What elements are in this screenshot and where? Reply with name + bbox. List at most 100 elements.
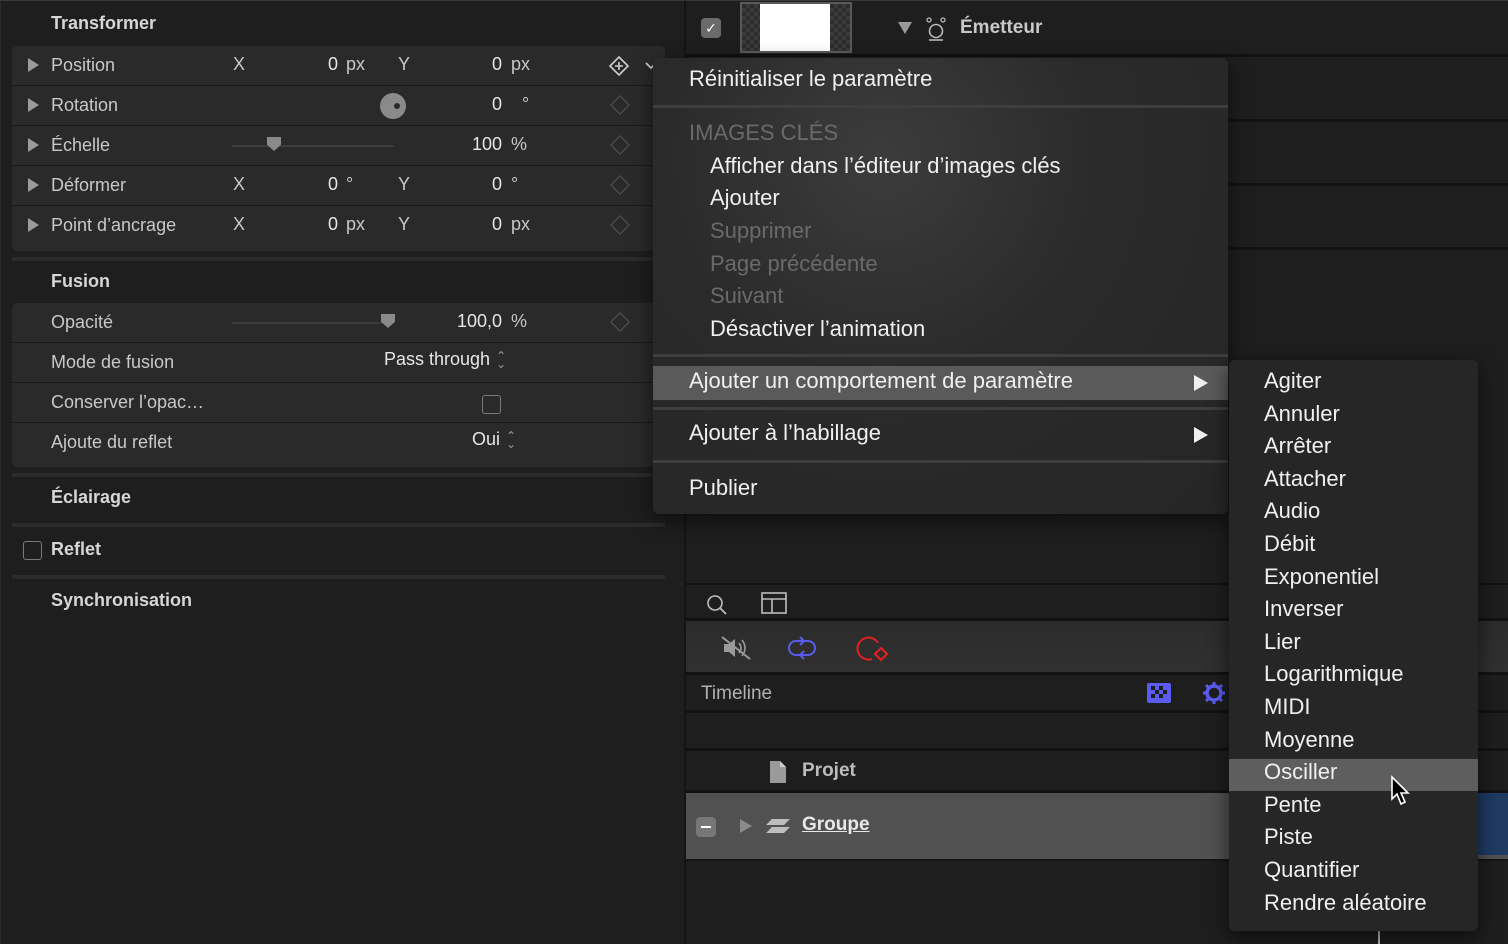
- menu-item-disable-animation[interactable]: Désactiver l’animation: [710, 316, 925, 342]
- rotation-dial[interactable]: [380, 93, 406, 119]
- menu-item-label: Ajouter à l’habillage: [689, 420, 882, 445]
- section-divider: [12, 575, 665, 579]
- search-icon[interactable]: [705, 593, 729, 617]
- keyframe-diamond-icon[interactable]: [610, 95, 630, 115]
- menu-item-previous-keyframe: Page précédente: [710, 251, 878, 276]
- opacity-slider-thumb[interactable]: [381, 314, 395, 328]
- casts-reflection-value: Oui: [472, 429, 501, 449]
- scale-slider-thumb[interactable]: [267, 137, 281, 151]
- submenu-item-lier[interactable]: Lier: [1264, 629, 1301, 655]
- layer-row-emitter[interactable]: ✓ Émetteur: [686, 0, 1508, 57]
- section-transform-title[interactable]: Transformer: [51, 13, 156, 34]
- menu-item-reset-parameter[interactable]: Réinitialiser le paramètre: [689, 66, 932, 92]
- layer-name: Groupe: [802, 814, 870, 835]
- menu-item-show-in-keyframe-editor[interactable]: Afficher dans l’éditeur d’images clés: [710, 153, 1061, 179]
- submenu-item-audio[interactable]: Audio: [1264, 498, 1320, 524]
- audio-mute-icon[interactable]: [720, 635, 752, 661]
- x-axis-label: X: [233, 174, 246, 194]
- submenu-item-osciller[interactable]: Osciller: [1264, 759, 1337, 785]
- disclosure-triangle-icon[interactable]: [28, 58, 39, 72]
- param-row-preserve-opacity: Conserver l’opac…: [12, 383, 665, 423]
- y-value-field[interactable]: 0: [432, 54, 502, 75]
- keyframe-diamond-icon[interactable]: [610, 312, 630, 332]
- loop-playback-icon[interactable]: [786, 635, 818, 661]
- menu-item-publish[interactable]: Publier: [689, 475, 757, 501]
- submenu-item-inverser[interactable]: Inverser: [1264, 596, 1343, 622]
- param-label: Rotation: [51, 95, 119, 115]
- record-keyframes-icon[interactable]: [856, 633, 892, 663]
- blend-group: Opacité 100,0 % Mode de fusion Pass thro…: [12, 303, 665, 467]
- x-value-field[interactable]: 0: [272, 214, 338, 235]
- emitter-icon: [926, 17, 946, 41]
- layout-toggle-icon[interactable]: [760, 591, 788, 615]
- disclosure-triangle-icon[interactable]: [28, 98, 39, 112]
- keyframe-diamond-icon[interactable]: [610, 175, 630, 195]
- show-transparency-icon[interactable]: [1146, 682, 1172, 704]
- blend-mode-popup[interactable]: Pass through ⌃ ⌄: [384, 349, 506, 370]
- submenu-item-exponentiel[interactable]: Exponentiel: [1264, 564, 1379, 590]
- scale-unit: %: [511, 134, 528, 154]
- submenu-item-quantifier[interactable]: Quantifier: [1264, 857, 1359, 883]
- param-label: Mode de fusion: [51, 352, 175, 372]
- keyframe-diamond-icon[interactable]: [610, 215, 630, 235]
- submenu-item-attacher[interactable]: Attacher: [1264, 466, 1346, 492]
- param-label: Déformer: [51, 175, 127, 195]
- gear-icon[interactable]: [1202, 681, 1226, 705]
- submenu-item-arreter[interactable]: Arrêter: [1264, 433, 1331, 459]
- layer-name: Émetteur: [960, 17, 1043, 38]
- y-axis-label: Y: [398, 54, 411, 74]
- menu-separator: [653, 354, 1228, 357]
- submenu-item-annuler[interactable]: Annuler: [1264, 401, 1340, 427]
- add-keyframe-icon[interactable]: [609, 56, 629, 76]
- reflection-checkbox[interactable]: [23, 541, 42, 560]
- disclosure-triangle-down-icon[interactable]: [898, 22, 912, 34]
- opacity-value-field[interactable]: 100,0: [432, 311, 502, 332]
- menu-separator: [653, 105, 1228, 108]
- submenu-item-pente[interactable]: Pente: [1264, 792, 1322, 818]
- section-divider: [12, 523, 665, 527]
- transform-group: Position X 0 px Y 0 px Rotation 0 ° Éche…: [12, 46, 665, 251]
- section-blend-title[interactable]: Fusion: [51, 271, 110, 292]
- submenu-item-moyenne[interactable]: Moyenne: [1264, 727, 1355, 753]
- disclosure-triangle-icon[interactable]: [28, 138, 39, 152]
- submenu-item-rendre-aleatoire[interactable]: Rendre aléatoire: [1264, 890, 1427, 916]
- layer-enable-checkbox[interactable]: ✓: [701, 18, 721, 38]
- document-icon: [770, 761, 786, 783]
- layer-mixed-checkbox[interactable]: [696, 817, 716, 837]
- disclosure-triangle-icon[interactable]: [740, 819, 752, 833]
- menu-item-delete-keyframe: Supprimer: [710, 218, 812, 243]
- menu-item-add-to-rig[interactable]: Ajouter à l’habillage: [653, 418, 1228, 452]
- preserve-opacity-checkbox[interactable]: [482, 395, 501, 414]
- section-lighting-title[interactable]: Éclairage: [51, 487, 131, 508]
- param-label: Position: [51, 55, 116, 75]
- submenu-item-piste[interactable]: Piste: [1264, 824, 1313, 850]
- menu-separator: [653, 407, 1228, 410]
- disclosure-triangle-icon[interactable]: [28, 218, 39, 232]
- y-value-field[interactable]: 0: [432, 214, 502, 235]
- menu-item-add-keyframe[interactable]: Ajouter: [710, 185, 780, 211]
- opacity-slider-track[interactable]: [232, 322, 394, 324]
- section-timing-title[interactable]: Synchronisation: [51, 590, 192, 611]
- scale-slider-track[interactable]: [232, 145, 394, 147]
- x-value-field[interactable]: 0: [272, 54, 338, 75]
- section-reflection-title[interactable]: Reflet: [51, 539, 101, 560]
- up-down-chevron-icon: ⌃ ⌄: [496, 349, 507, 372]
- submenu-item-logarithmique[interactable]: Logarithmique: [1264, 661, 1403, 687]
- submenu-item-agiter[interactable]: Agiter: [1264, 368, 1321, 394]
- disclosure-triangle-icon[interactable]: [28, 178, 39, 192]
- y-unit: px: [511, 54, 531, 74]
- submenu-item-midi[interactable]: MIDI: [1264, 694, 1310, 720]
- behavior-submenu: Agiter Annuler Arrêter Attacher Audio Dé…: [1229, 360, 1478, 931]
- rotation-value-field[interactable]: 0: [432, 94, 502, 115]
- y-value-field[interactable]: 0: [432, 174, 502, 195]
- casts-reflection-popup[interactable]: Oui ⌃ ⌄: [472, 429, 516, 450]
- y-unit: px: [511, 214, 531, 234]
- menu-separator: [653, 460, 1228, 463]
- rotation-unit: °: [522, 94, 530, 114]
- submenu-item-debit[interactable]: Débit: [1264, 531, 1315, 557]
- menu-item-add-parameter-behavior[interactable]: Ajouter un comportement de paramètre: [653, 366, 1228, 400]
- x-value-field[interactable]: 0: [272, 174, 338, 195]
- keyframe-diamond-icon[interactable]: [610, 135, 630, 155]
- submenu-arrow-icon: [1194, 427, 1208, 443]
- scale-value-field[interactable]: 100: [432, 134, 502, 155]
